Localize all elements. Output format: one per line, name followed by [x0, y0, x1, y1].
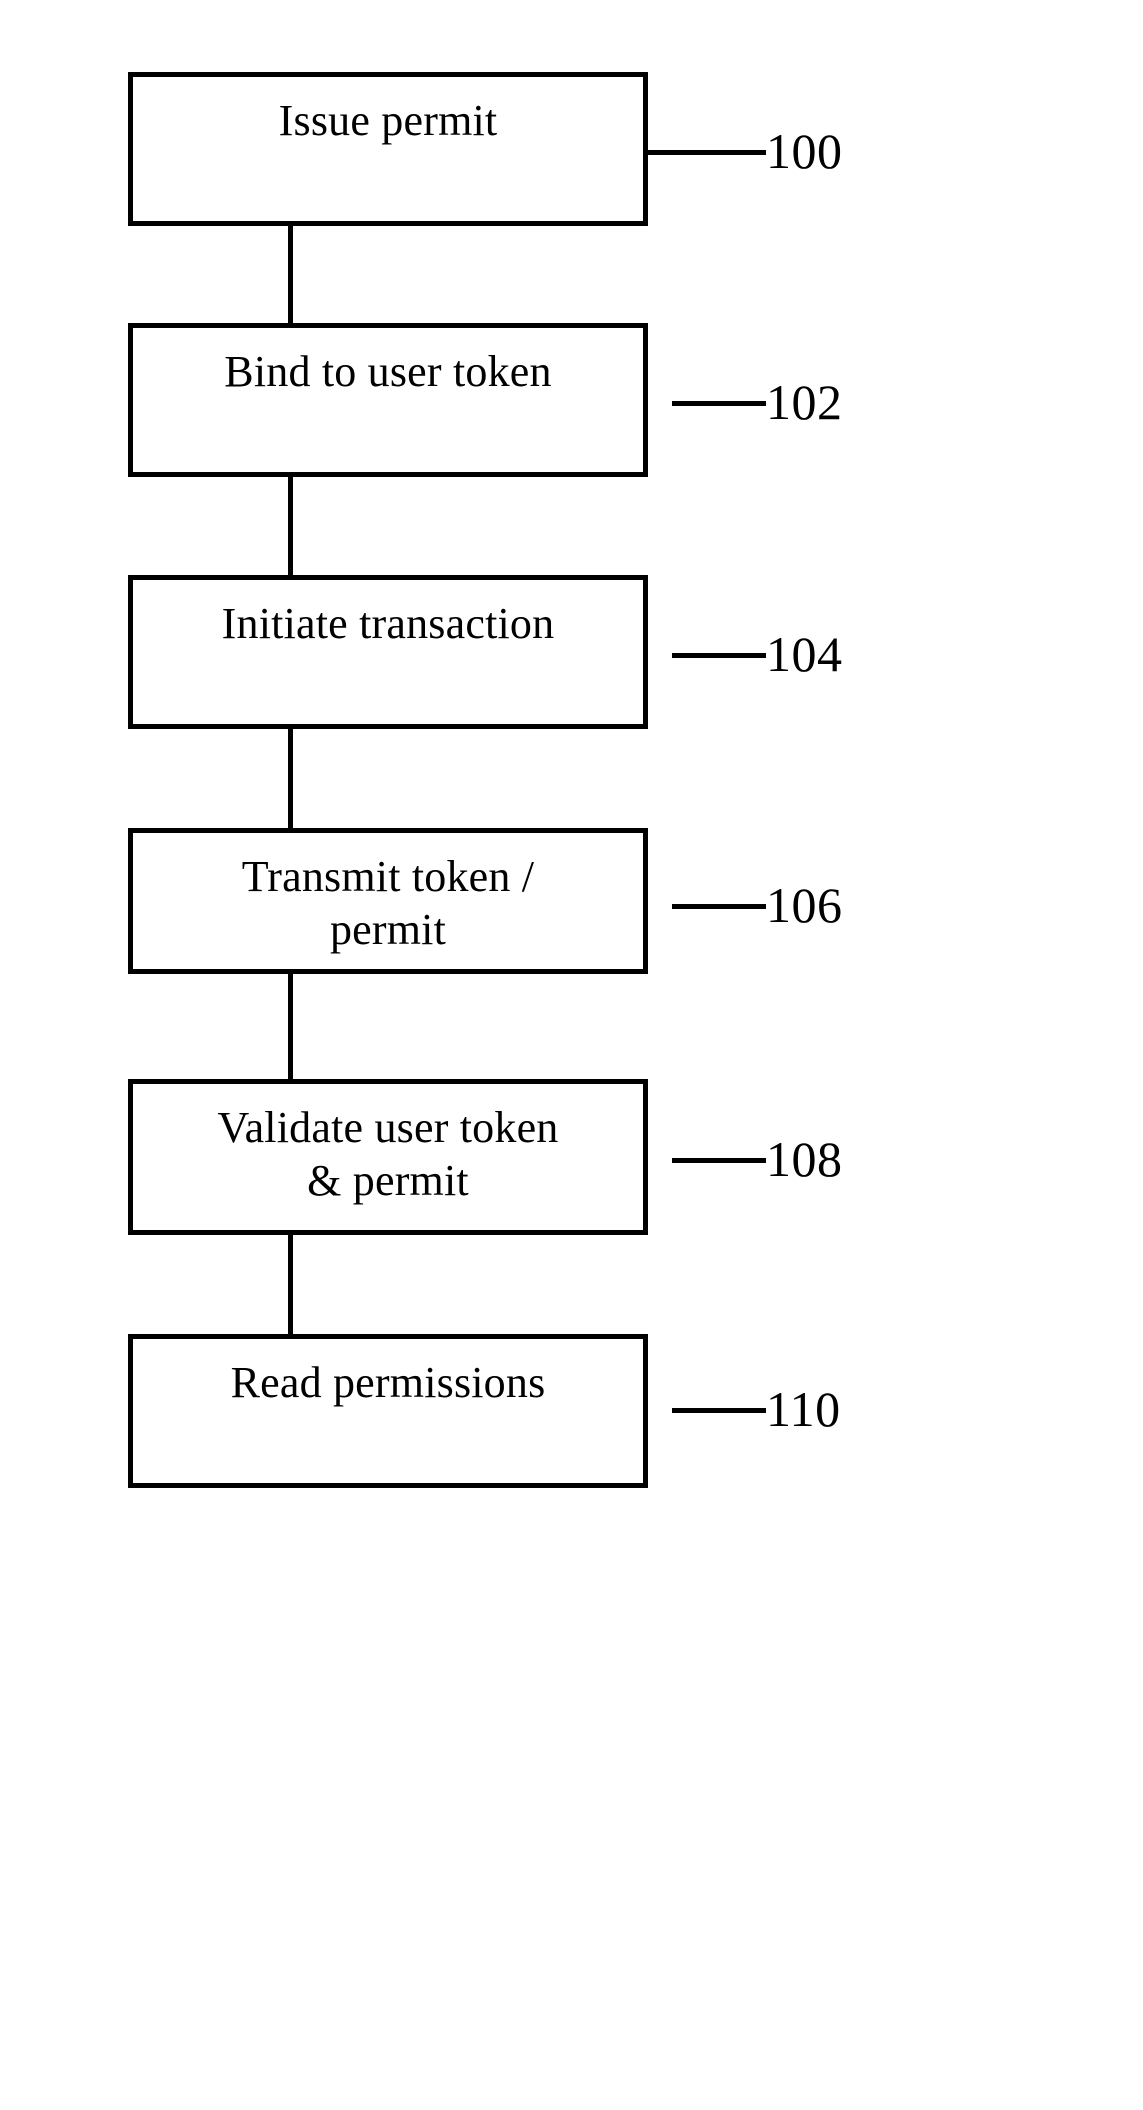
reference-leader-line [648, 150, 766, 155]
process-box-label: Read permissions [230, 1358, 546, 1407]
reference-leader-line [672, 653, 766, 658]
process-box-label: Validate user token & permit [217, 1103, 559, 1205]
reference-numeral: 108 [766, 1131, 843, 1187]
process-box-transmit-token-permit: Transmit token / permit [128, 828, 648, 974]
flowchart-diagram: Issue permit Bind to user token Initiate… [0, 0, 1143, 2110]
reference-numeral: 110 [766, 1381, 841, 1437]
flow-connector [288, 1235, 293, 1334]
flow-connector [288, 477, 293, 575]
reference-numeral: 104 [766, 626, 843, 682]
flow-connector [288, 226, 293, 323]
reference-leader-line [672, 1408, 766, 1413]
reference-numeral: 102 [766, 374, 843, 430]
reference-leader-line [672, 401, 766, 406]
process-box-label: Bind to user token [224, 347, 552, 396]
process-box-issue-permit: Issue permit [128, 72, 648, 226]
process-box-validate-user-token-permit: Validate user token & permit [128, 1079, 648, 1235]
reference-numeral: 106 [766, 877, 843, 933]
process-box-label: Issue permit [278, 96, 498, 145]
reference-leader-line [672, 904, 766, 909]
flow-connector [288, 974, 293, 1079]
flow-connector [288, 729, 293, 828]
process-box-read-permissions: Read permissions [128, 1334, 648, 1488]
reference-numeral: 100 [766, 123, 843, 179]
process-box-label: Initiate transaction [221, 599, 555, 648]
process-box-label: Transmit token / permit [241, 852, 535, 954]
process-box-initiate-transaction: Initiate transaction [128, 575, 648, 729]
reference-leader-line [672, 1158, 766, 1163]
process-box-bind-to-user-token: Bind to user token [128, 323, 648, 477]
